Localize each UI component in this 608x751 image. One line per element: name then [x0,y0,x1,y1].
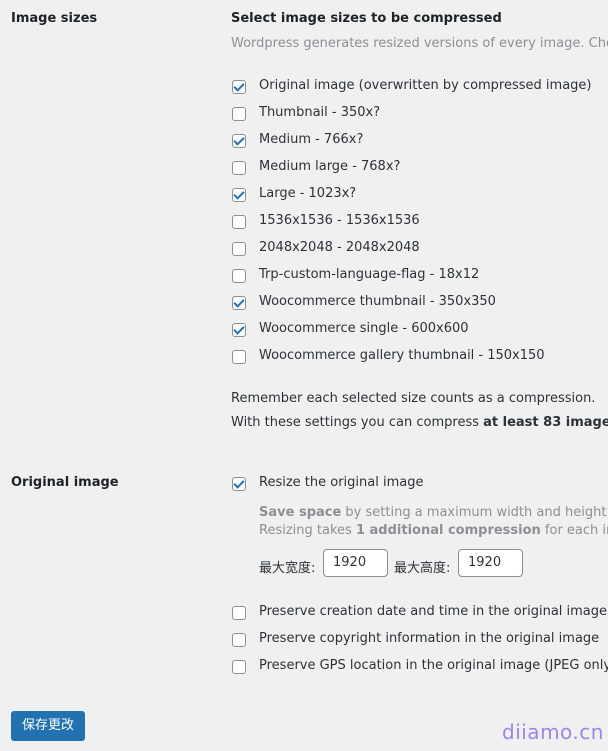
checkbox[interactable] [232,80,246,94]
checkbox[interactable] [232,633,246,647]
checkbox[interactable] [232,269,246,283]
resize-original-label: Resize the original image [259,475,424,490]
size-option-label: Original image (overwritten by compresse… [259,78,592,93]
max-width-label: 最大宽度: [259,561,316,576]
image-sizes-row-label: Image sizes [11,11,98,26]
size-option-label: Medium large - 768x? [259,159,401,174]
image-sizes-description: Wordpress generates resized versions of … [231,36,608,51]
checkbox[interactable] [232,188,246,202]
settings-page: Image sizes Select image sizes to be com… [0,0,608,751]
preserve-option-label: Preserve GPS location in the original im… [259,658,608,673]
compression-note: Remember each selected size counts as a … [231,391,596,406]
save-space-description: Save space by setting a maximum width an… [259,505,608,520]
preserve-option-label: Preserve copyright information in the or… [259,631,600,646]
compression-estimate: With these settings you can compress at … [231,415,608,430]
save-changes-button[interactable]: 保存更改 [11,711,85,741]
compression-estimate-count: at least 83 images [483,415,608,430]
save-space-bold: Save space [259,505,342,520]
resize-original-checkbox[interactable] [232,477,246,491]
size-option-label: Thumbnail - 350x? [259,105,381,120]
size-option-label: Woocommerce thumbnail - 350x350 [259,294,496,309]
resizing-bold: 1 additional compression [355,523,541,538]
compression-estimate-pre: With these settings you can compress [231,415,484,430]
checkbox[interactable] [232,134,246,148]
watermark: diiamo.cn [502,720,604,744]
size-option-label: Trp-custom-language-flag - 18x12 [259,267,480,282]
max-width-input[interactable]: 1920 [323,549,388,577]
checkbox[interactable] [232,296,246,310]
max-height-label: 最大高度: [394,561,451,576]
checkbox[interactable] [232,323,246,337]
checkbox[interactable] [232,215,246,229]
resizing-post: for each image t [544,523,608,538]
resizing-pre: Resizing takes [259,523,356,538]
size-option-label: Large - 1023x? [259,186,357,201]
resizing-description: Resizing takes 1 additional compression … [259,523,608,538]
size-option-label: Woocommerce gallery thumbnail - 150x150 [259,348,545,363]
save-space-rest: by setting a maximum width and height fo… [345,505,608,520]
max-height-input[interactable]: 1920 [458,549,523,577]
checkbox[interactable] [232,660,246,674]
size-option-label: Woocommerce single - 600x600 [259,321,469,336]
preserve-option-label: Preserve creation date and time in the o… [259,604,608,619]
checkbox[interactable] [232,161,246,175]
size-option-label: Medium - 766x? [259,132,364,147]
checkbox[interactable] [232,350,246,364]
image-sizes-heading: Select image sizes to be compressed [231,11,502,26]
checkbox[interactable] [232,606,246,620]
size-option-label: 1536x1536 - 1536x1536 [259,213,420,228]
size-option-label: 2048x2048 - 2048x2048 [259,240,420,255]
original-image-row-label: Original image [11,475,119,490]
checkbox[interactable] [232,242,246,256]
checkbox[interactable] [232,107,246,121]
